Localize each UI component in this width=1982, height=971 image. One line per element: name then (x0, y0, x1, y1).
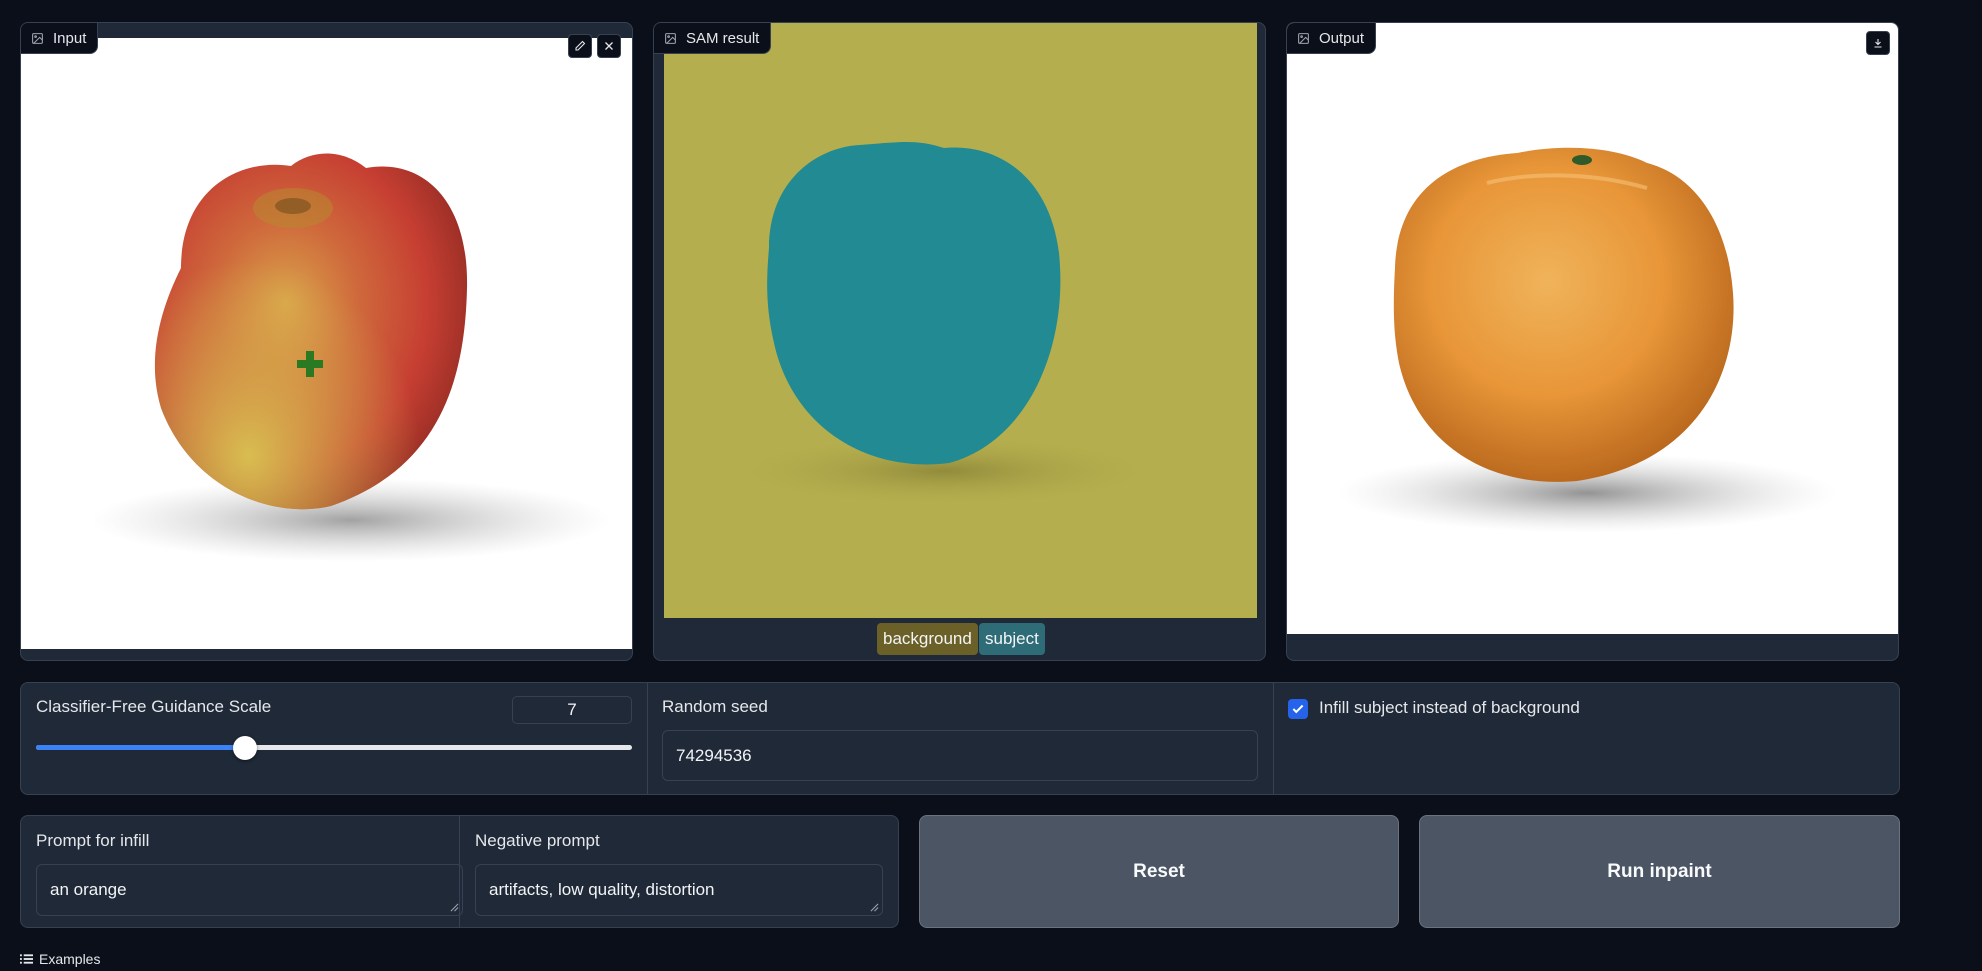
prompts-panel: Prompt for infill an orange Negative pro… (20, 815, 899, 928)
reset-button-label: Reset (1133, 860, 1185, 882)
output-image (1287, 23, 1898, 634)
image-icon (1298, 32, 1309, 44)
infill-checkbox[interactable] (1288, 699, 1308, 719)
download-button[interactable] (1866, 31, 1890, 55)
input-image-panel: Input (20, 22, 633, 661)
sam-result-label: SAM result (654, 23, 772, 54)
close-icon (605, 42, 613, 50)
edit-button[interactable] (568, 34, 592, 58)
download-icon (1874, 39, 1882, 48)
cfg-scale-number-input[interactable]: 7 (512, 696, 632, 724)
cfg-scale-slider[interactable] (36, 736, 632, 760)
cfg-scale-value: 7 (567, 700, 577, 719)
sam-result-image (664, 23, 1257, 618)
input-image-label: Input (21, 23, 99, 54)
image-icon (665, 32, 676, 44)
run-inpaint-button[interactable]: Run inpaint (1419, 815, 1900, 928)
negative-prompt-textarea[interactable]: artifacts, low quality, distortion (475, 864, 883, 916)
seed-input[interactable]: 74294536 (662, 730, 1258, 781)
examples-label: Examples (39, 951, 101, 967)
prompt-value: an orange (50, 880, 127, 899)
clear-button[interactable] (597, 34, 621, 58)
output-image-panel: Output (1286, 22, 1899, 661)
output-image-label: Output (1287, 23, 1377, 54)
image-icon (32, 32, 43, 44)
input-image-canvas[interactable] (21, 38, 632, 649)
negative-prompt-label: Negative prompt (475, 831, 600, 850)
negative-prompt-value: artifacts, low quality, distortion (489, 880, 715, 899)
legend-subject-label: subject (985, 629, 1039, 648)
orange-image (1337, 147, 1837, 533)
seed-label: Random seed (662, 697, 768, 716)
slider-thumb[interactable] (232, 736, 257, 760)
legend-background-chip: background (877, 623, 978, 655)
resize-grip-icon[interactable] (870, 903, 879, 912)
prompt-textarea[interactable]: an orange (36, 864, 463, 916)
output-image-label-text: Output (1319, 29, 1365, 47)
settings-divider-1 (647, 683, 648, 794)
reset-button[interactable]: Reset (919, 815, 1399, 928)
infill-checkbox-label[interactable]: Infill subject instead of background (1319, 698, 1580, 718)
segmentation-mask-image (724, 141, 1164, 507)
prompt-label: Prompt for infill (36, 831, 150, 850)
settings-divider-2 (1273, 683, 1274, 794)
input-image-label-text: Input (53, 29, 87, 47)
list-icon (20, 954, 33, 964)
settings-panel: Classifier-Free Guidance Scale 7 Random … (20, 682, 1900, 795)
slider-fill (36, 745, 245, 750)
sam-result-panel: SAM result background subject (653, 22, 1266, 661)
cfg-scale-label: Classifier-Free Guidance Scale (36, 697, 272, 716)
sam-result-label-text: SAM result (686, 29, 760, 47)
prompts-divider (459, 816, 460, 927)
run-inpaint-button-label: Run inpaint (1607, 860, 1712, 882)
pencil-icon (575, 40, 586, 51)
legend-background-label: background (883, 629, 972, 648)
apple-image (91, 153, 611, 562)
check-icon (1292, 704, 1304, 714)
seed-value: 74294536 (676, 745, 752, 765)
resize-grip-icon[interactable] (450, 903, 459, 912)
legend-subject-chip: subject (979, 623, 1045, 655)
examples-header[interactable]: Examples (20, 951, 100, 967)
